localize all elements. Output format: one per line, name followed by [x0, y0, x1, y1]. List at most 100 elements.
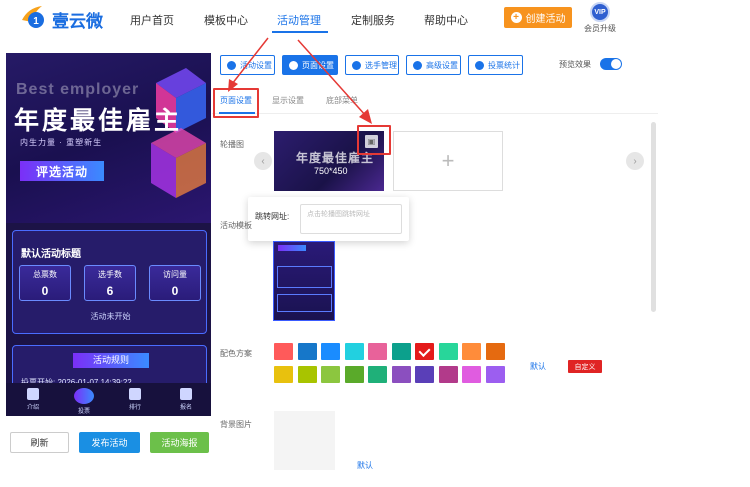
jump-url-input[interactable]: 点击轮播图跳转网址	[300, 204, 402, 234]
color-swatch[interactable]	[344, 343, 364, 360]
tab-label: 介绍	[26, 405, 39, 411]
refresh-button[interactable]: 刷新	[10, 432, 69, 453]
preview-toggle[interactable]	[600, 58, 622, 70]
activity-status: 活动未开始	[90, 312, 131, 321]
users-icon	[352, 60, 361, 70]
stat-label: 选手数	[98, 270, 122, 279]
stats-card: 默认活动标题 总票数 0 选手数 6 访问量 0 活动未开始	[12, 230, 207, 334]
sliders-icon	[413, 60, 422, 70]
color-swatch[interactable]	[438, 343, 458, 360]
toolbar-label: 高级设置	[426, 60, 458, 70]
carousel-label: 轮播图	[220, 140, 244, 149]
hero-banner: Best employer 年度最佳雇主 内生力量 · 重塑新生 评选活动	[6, 53, 211, 223]
toggle-knob	[611, 59, 621, 69]
color-swatch[interactable]	[462, 343, 481, 360]
tab-label: 排行	[128, 405, 141, 411]
tab-page-settings[interactable]: 页面设置	[282, 55, 338, 75]
highlight-box	[357, 125, 391, 155]
color-custom-button[interactable]: 自定义	[568, 360, 602, 373]
carousel-image-size: 750*450	[314, 166, 348, 176]
publish-button[interactable]: 发布活动	[79, 432, 140, 453]
subtab-bottom-menu[interactable]: 底部菜单	[326, 95, 358, 106]
tab-vote-statistics[interactable]: 投票统计	[468, 55, 523, 75]
color-swatch[interactable]	[297, 343, 317, 360]
tab-contestant-management[interactable]: 选手管理	[345, 55, 399, 75]
vote-icon	[74, 388, 94, 404]
hero-title: 年度最佳雇主	[14, 107, 183, 135]
tab-ranking[interactable]: 排行	[120, 386, 150, 411]
preview-toggle-label: 预览效果	[559, 60, 591, 69]
color-swatch[interactable]	[344, 366, 364, 383]
brand-name[interactable]: 壹云微	[52, 7, 103, 32]
hero-english-title: Best employer	[16, 81, 140, 98]
scrollbar[interactable]	[651, 122, 656, 312]
color-swatch[interactable]	[438, 366, 458, 383]
ranking-icon	[129, 388, 141, 400]
tab-label: 投票	[77, 409, 90, 415]
activity-title: 默认活动标题	[21, 249, 81, 260]
color-swatch[interactable]	[415, 343, 434, 360]
color-swatch[interactable]	[297, 366, 317, 383]
toolbar-label: 活动设置	[240, 60, 272, 70]
signup-icon	[180, 388, 192, 400]
background-default-link[interactable]: 默认	[357, 460, 373, 471]
tab-intro[interactable]: 介绍	[18, 386, 48, 411]
chart-icon	[475, 60, 484, 70]
stat-label: 总票数	[33, 270, 57, 279]
thumb-title-bar	[278, 245, 306, 251]
stat-total-votes: 总票数 0	[19, 265, 71, 301]
color-swatch[interactable]	[415, 366, 434, 383]
color-swatch[interactable]	[274, 366, 293, 383]
vip-icon[interactable]: VIP	[590, 2, 610, 22]
nav-user-home[interactable]: 用户首页	[130, 12, 174, 28]
carousel-next-icon[interactable]: ›	[626, 152, 644, 170]
create-activity-label: 创建活动	[525, 14, 566, 25]
tab-activity-settings[interactable]: 活动设置	[220, 55, 275, 75]
jump-url-label: 跳转网址:	[255, 212, 290, 221]
nav-custom-service[interactable]: 定制服务	[351, 12, 395, 28]
template-label: 活动模板	[220, 221, 252, 230]
nav-activity-management[interactable]: 活动管理	[277, 12, 321, 28]
plus-icon: +	[510, 12, 522, 23]
background-image-box[interactable]	[274, 411, 335, 470]
stat-value: 6	[106, 284, 114, 298]
poster-button[interactable]: 活动海报	[150, 432, 209, 453]
color-swatch[interactable]	[321, 366, 340, 383]
template-thumbnail[interactable]	[273, 241, 335, 321]
hero-vote-button[interactable]: 评选活动	[20, 161, 104, 181]
subtab-display-settings[interactable]: 显示设置	[272, 95, 304, 106]
gear-icon	[289, 60, 298, 70]
color-swatch[interactable]	[485, 343, 505, 360]
color-swatch[interactable]	[462, 366, 481, 383]
vip-upgrade-label[interactable]: 会员升级	[584, 23, 616, 34]
phone-tabbar: 介绍 投票 排行 报名	[6, 383, 211, 416]
nav-template-center[interactable]: 模板中心	[204, 12, 248, 28]
nav-active-indicator	[272, 31, 328, 33]
hero-subtitle: 内生力量 · 重塑新生	[20, 138, 103, 147]
thumb-block	[277, 294, 332, 312]
color-swatch[interactable]	[274, 343, 293, 360]
tab-advanced-settings[interactable]: 高级设置	[406, 55, 461, 75]
nav-help-center[interactable]: 帮助中心	[424, 12, 468, 28]
carousel-prev-icon[interactable]: ‹	[254, 152, 272, 170]
thumb-block	[277, 266, 332, 288]
create-activity-button[interactable]: + 创建活动	[504, 7, 572, 28]
arrow-head	[359, 109, 372, 124]
highlight-box	[213, 88, 259, 118]
color-swatch[interactable]	[368, 343, 387, 360]
color-scheme-label: 配色方案	[220, 349, 252, 358]
tab-vote[interactable]: 投票	[69, 386, 99, 415]
color-default-link[interactable]: 默认	[530, 361, 546, 372]
stat-value: 0	[171, 284, 179, 298]
toolbar-label: 投票统计	[488, 60, 520, 70]
svg-text:1: 1	[33, 16, 39, 27]
color-swatch[interactable]	[368, 366, 387, 383]
color-swatch[interactable]	[485, 366, 505, 383]
color-swatch[interactable]	[321, 343, 340, 360]
tab-signup[interactable]: 报名	[171, 386, 201, 411]
stat-value: 0	[41, 284, 49, 298]
add-carousel-image[interactable]: +	[393, 131, 503, 191]
stat-contestants: 选手数 6	[84, 265, 136, 301]
color-swatch[interactable]	[391, 343, 411, 360]
color-swatch[interactable]	[391, 366, 411, 383]
